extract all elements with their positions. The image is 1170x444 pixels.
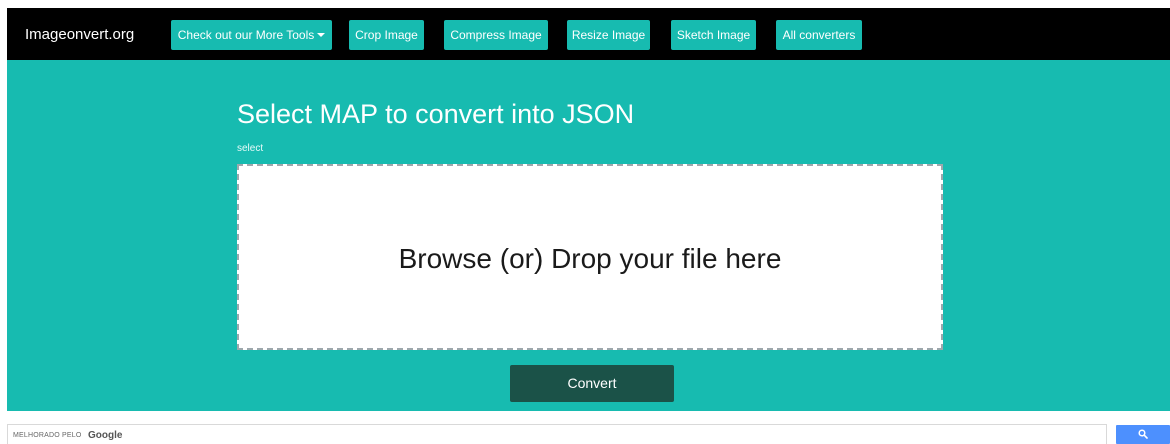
convert-button[interactable]: Convert	[510, 365, 674, 402]
compress-image-button[interactable]: Compress Image	[444, 20, 548, 50]
top-navbar: Imageonvert.org Check out our More Tools…	[7, 8, 1170, 60]
search-branding: MELHORADO PELO Google	[13, 430, 122, 442]
converter-panel: Select MAP to convert into JSON select B…	[7, 60, 1170, 411]
all-converters-button[interactable]: All converters	[776, 20, 862, 50]
site-brand[interactable]: Imageonvert.org	[25, 25, 134, 45]
file-dropzone[interactable]: Browse (or) Drop your file here	[237, 164, 943, 350]
search-icon	[1138, 429, 1148, 439]
dropzone-text: Browse (or) Drop your file here	[398, 243, 782, 274]
enhanced-by-label: MELHORADO PELO	[13, 432, 82, 439]
sketch-image-button[interactable]: Sketch Image	[671, 20, 756, 50]
more-tools-label: Check out our More Tools	[177, 28, 315, 42]
caret-down-icon	[317, 32, 326, 37]
crop-image-button[interactable]: Crop Image	[349, 20, 424, 50]
resize-image-button[interactable]: Resize Image	[567, 20, 650, 50]
search-button[interactable]	[1116, 425, 1170, 444]
page-title: Select MAP to convert into JSON	[237, 99, 635, 129]
google-search-input[interactable]: MELHORADO PELO Google	[7, 424, 1107, 444]
page: Imageonvert.org Check out our More Tools…	[0, 0, 1170, 444]
select-label: select	[237, 143, 264, 154]
google-logo-text: Google	[88, 430, 123, 441]
more-tools-dropdown-button[interactable]: Check out our More Tools	[171, 20, 332, 50]
